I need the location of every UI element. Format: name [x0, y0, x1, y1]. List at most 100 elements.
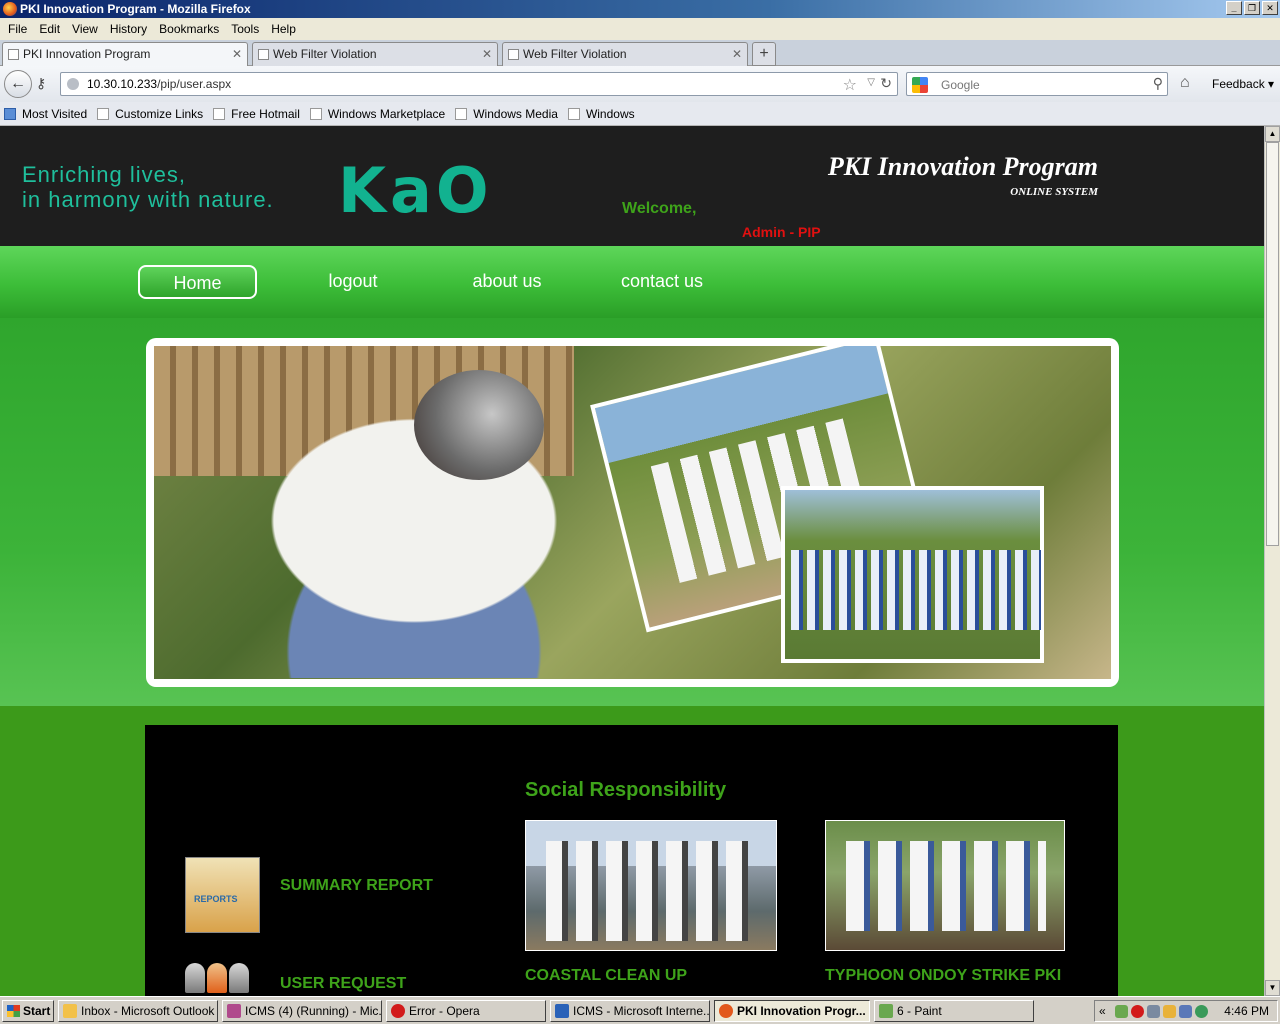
firefox-icon	[719, 1004, 733, 1018]
page-viewport: Enriching lives, in harmony with nature.…	[0, 126, 1264, 996]
navigation-toolbar: ← ⚷ 10.30.10.233/pip/user.aspx ☆ ▽ ↻ Goo…	[0, 66, 1280, 102]
windows-logo-icon	[7, 1005, 20, 1017]
menu-view[interactable]: View	[66, 22, 104, 36]
nav-contact-us[interactable]: contact us	[617, 265, 707, 299]
user-name: Admin - PIP	[742, 224, 821, 240]
tray-clock-app-icon[interactable]	[1163, 1005, 1176, 1018]
nav-about-us[interactable]: about us	[467, 265, 547, 299]
bookmark-free-hotmail[interactable]: Free Hotmail	[213, 107, 300, 121]
vertical-scrollbar[interactable]: ▲ ▼	[1264, 126, 1280, 996]
key-icon: ⚷	[36, 75, 47, 91]
scroll-down-icon[interactable]: ▼	[1265, 980, 1280, 996]
typhoon-ondoy-caption[interactable]: TYPHOON ONDOY STRIKE PKI	[825, 967, 1061, 985]
users-icon[interactable]	[185, 963, 255, 996]
task-icms-running[interactable]: ICMS (4) (Running) - Mic...	[222, 1000, 382, 1022]
task-firefox-pki[interactable]: PKI Innovation Progr...	[714, 1000, 870, 1022]
menu-file[interactable]: File	[2, 22, 33, 36]
vm-icon	[227, 1004, 241, 1018]
google-icon[interactable]	[912, 77, 928, 93]
tab-pki-innovation[interactable]: PKI Innovation Program ✕	[2, 42, 248, 67]
search-box[interactable]: Google ⚲	[906, 72, 1168, 96]
start-button[interactable]: Start	[2, 1000, 54, 1022]
restore-button[interactable]: ❐	[1244, 1, 1260, 15]
bookmark-star-icon[interactable]: ☆	[843, 75, 857, 95]
menu-tools[interactable]: Tools	[225, 22, 265, 36]
system-tray: « 4:46 PM	[1094, 1000, 1278, 1022]
outlook-icon	[63, 1004, 77, 1018]
scroll-up-icon[interactable]: ▲	[1265, 126, 1280, 142]
user-request-link[interactable]: USER REQUEST	[280, 975, 406, 993]
tray-network-icon[interactable]	[1115, 1005, 1128, 1018]
tray-globe-icon[interactable]	[1195, 1005, 1208, 1018]
menu-edit[interactable]: Edit	[33, 22, 66, 36]
history-dropdown-icon[interactable]: ▽	[867, 77, 875, 88]
tab-web-filter-1[interactable]: Web Filter Violation ✕	[252, 42, 498, 66]
page-icon	[508, 49, 519, 60]
program-subtitle: ONLINE SYSTEM	[1010, 186, 1098, 198]
scroll-thumb[interactable]	[1266, 142, 1279, 546]
bookmarks-toolbar: Most Visited Customize Links Free Hotmai…	[0, 102, 1280, 126]
coastal-cleanup-photo[interactable]	[525, 820, 777, 951]
opera-icon	[391, 1004, 405, 1018]
ie-icon	[555, 1004, 569, 1018]
firefox-icon	[3, 2, 17, 16]
back-button[interactable]: ←	[4, 70, 32, 98]
task-icms-ie[interactable]: ICMS - Microsoft Interne...	[550, 1000, 710, 1022]
bookmark-windows-media[interactable]: Windows Media	[455, 107, 558, 121]
tab-web-filter-2[interactable]: Web Filter Violation ✕	[502, 42, 748, 66]
search-icon[interactable]: ⚲	[1153, 75, 1163, 92]
search-placeholder: Google	[941, 78, 980, 92]
tray-volume-icon[interactable]	[1147, 1005, 1160, 1018]
bookmark-windows-marketplace[interactable]: Windows Marketplace	[309, 107, 445, 121]
menu-bookmarks[interactable]: Bookmarks	[153, 22, 225, 36]
site-identity-icon[interactable]	[67, 78, 79, 90]
task-outlook[interactable]: Inbox - Microsoft Outlook	[58, 1000, 218, 1022]
inset-photo-students	[781, 486, 1044, 663]
new-tab-button[interactable]: +	[752, 42, 776, 66]
close-tab-icon[interactable]: ✕	[232, 43, 242, 65]
menu-history[interactable]: History	[104, 22, 153, 36]
tab-label: PKI Innovation Program	[23, 47, 151, 61]
banner-frame	[146, 338, 1119, 687]
page-icon	[8, 49, 19, 60]
site-header: Enriching lives, in harmony with nature.…	[0, 126, 1264, 246]
reports-folder-icon[interactable]: REPORTS	[185, 857, 260, 933]
task-opera-error[interactable]: Error - Opera	[386, 1000, 546, 1022]
nav-logout[interactable]: logout	[318, 265, 388, 299]
minimize-button[interactable]: _	[1226, 1, 1242, 15]
bookmark-windows[interactable]: Windows	[567, 107, 635, 121]
address-bar[interactable]: 10.30.10.233/pip/user.aspx ☆ ▽ ↻	[60, 72, 898, 96]
tab-bar: PKI Innovation Program ✕ Web Filter Viol…	[0, 40, 1280, 67]
reload-icon[interactable]: ↻	[880, 75, 892, 92]
program-title: PKI Innovation Program	[827, 152, 1098, 181]
kao-logo: KaO	[338, 154, 493, 227]
welcome-text: Welcome,	[622, 200, 697, 217]
close-tab-icon[interactable]: ✕	[732, 43, 742, 65]
nav-home[interactable]: Home	[138, 265, 257, 299]
menu-help[interactable]: Help	[265, 22, 302, 36]
url-text[interactable]: 10.30.10.233/pip/user.aspx	[87, 77, 231, 91]
tagline: Enriching lives, in harmony with nature.	[22, 162, 274, 212]
tray-expand-icon[interactable]: «	[1099, 1001, 1106, 1021]
menu-bar: File Edit View History Bookmarks Tools H…	[0, 18, 1280, 40]
bookmark-customize-links[interactable]: Customize Links	[97, 107, 203, 121]
tab-label: Web Filter Violation	[273, 47, 377, 61]
bookmark-most-visited[interactable]: Most Visited	[4, 107, 87, 121]
tray-display-icon[interactable]	[1179, 1005, 1192, 1018]
banner-photo	[154, 346, 1111, 679]
home-icon[interactable]: ⌂	[1180, 74, 1190, 92]
typhoon-ondoy-photo[interactable]	[825, 820, 1065, 951]
window-title: PKI Innovation Program - Mozilla Firefox	[20, 2, 251, 16]
summary-report-link[interactable]: SUMMARY REPORT	[280, 877, 433, 895]
coastal-cleanup-caption[interactable]: COASTAL CLEAN UP	[525, 967, 687, 985]
window-titlebar: PKI Innovation Program - Mozilla Firefox…	[0, 0, 1280, 18]
section-title: Social Responsibility	[525, 779, 727, 801]
page-icon	[258, 49, 269, 60]
tray-opera-icon[interactable]	[1131, 1005, 1144, 1018]
feedback-button[interactable]: Feedback ▾	[1212, 77, 1274, 91]
task-paint[interactable]: 6 - Paint	[874, 1000, 1034, 1022]
close-button[interactable]: ✕	[1262, 1, 1278, 15]
content-panel: Social Responsibility REPORTS SUMMARY RE…	[145, 725, 1118, 996]
close-tab-icon[interactable]: ✕	[482, 43, 492, 65]
paint-icon	[879, 1004, 893, 1018]
